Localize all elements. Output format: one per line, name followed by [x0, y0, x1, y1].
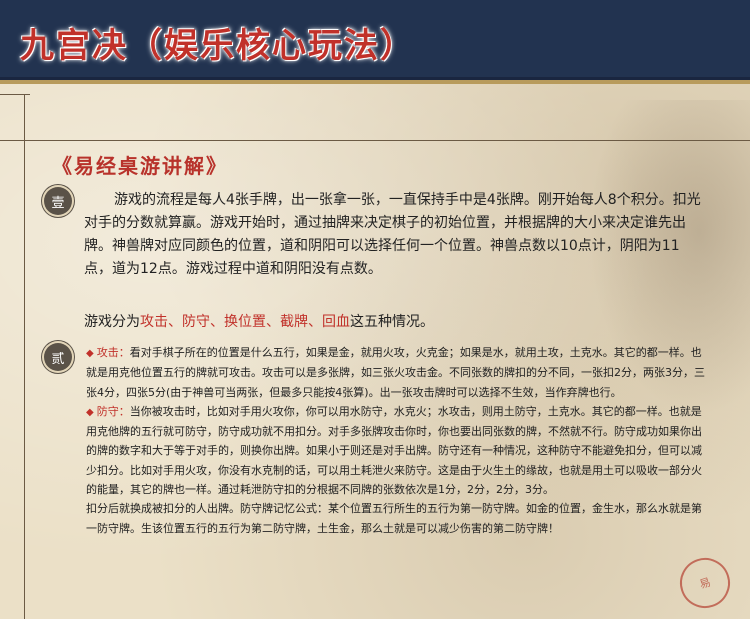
situations-highlight: 攻击、防守、换位置、截牌、回血	[140, 314, 350, 330]
frame-line	[0, 140, 750, 141]
intro-text: 游戏的流程是每人4张手牌，出一张拿一张，一直保持手中是4张牌。刚开始每人8个积分…	[84, 192, 701, 277]
bullet-icon: ◆	[86, 348, 94, 359]
intro-paragraph: 游戏的流程是每人4张手牌，出一张拿一张，一直保持手中是4张牌。刚开始每人8个积分…	[84, 189, 706, 281]
frame-line	[0, 94, 30, 95]
defense-text: 当你被攻击时，比如对手用火攻你，你可以用水防守，水克火；水攻击，则用土防守，土克…	[86, 404, 702, 497]
attack-text: 看对手棋子所在的位置是什么五行，如果是金，就用火攻，火克金；如果是水，就用土攻，…	[86, 346, 705, 399]
bullet-icon: ◆	[86, 406, 94, 418]
frame-line	[24, 94, 25, 619]
header-bar: 九宫决（娱乐核心玩法）	[0, 0, 750, 84]
list-item-defense: ◆ 防守：当你被攻击时，比如对手用火攻你，你可以用水防守，水克火；水攻击，则用土防…	[86, 402, 711, 499]
defense-term: 防守：	[96, 404, 130, 418]
badge-two: 贰	[44, 343, 72, 371]
situations-line: 游戏分为攻击、防守、换位置、截牌、回血这五种情况。	[84, 311, 706, 334]
section-title: 《易经桌游讲解》	[52, 154, 228, 178]
badge-one: 壹	[44, 187, 72, 215]
situations-suffix: 这五种情况。	[350, 314, 434, 330]
situations-prefix: 游戏分为	[84, 314, 140, 330]
attack-term: 攻击：	[96, 346, 130, 359]
rules-list: ◆ 攻击：看对手棋子所在的位置是什么五行，如果是金，就用火攻，火克金；如果是水，就…	[86, 343, 711, 538]
list-item-attack: ◆ 攻击：看对手棋子所在的位置是什么五行，如果是金，就用火攻，火克金；如果是水，就…	[86, 343, 711, 402]
page-title: 九宫决（娱乐核心玩法）	[20, 26, 416, 66]
defense-extra: 扣分后就换成被扣分的人出牌。防守牌记忆公式：某个位置五行所生的五行为第一防守牌。…	[86, 502, 702, 535]
